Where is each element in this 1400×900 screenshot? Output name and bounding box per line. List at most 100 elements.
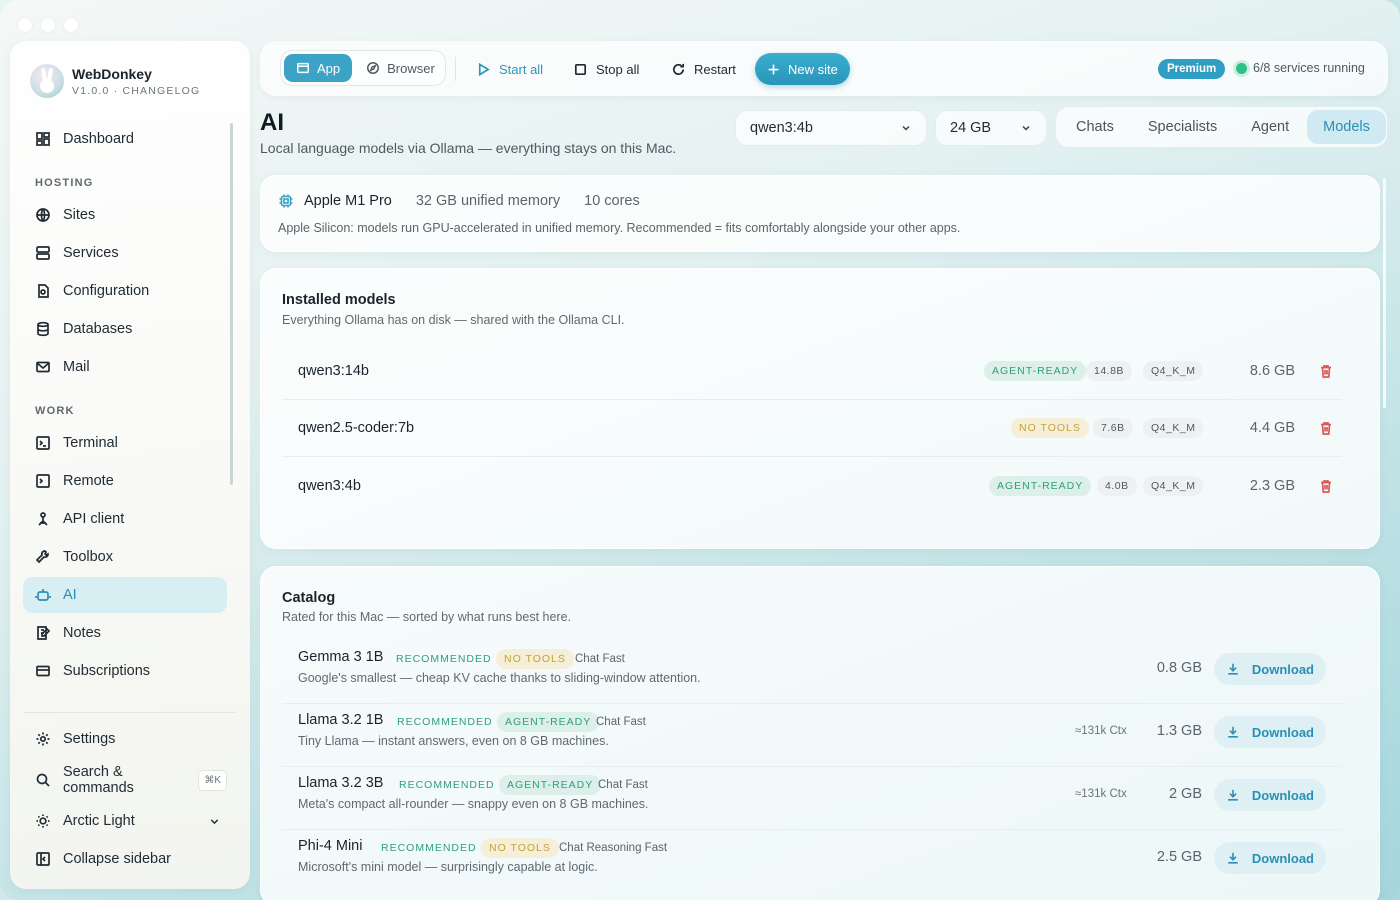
delete-model-button[interactable] — [1318, 420, 1334, 436]
brand[interactable]: WebDonkey V1.0.0 · CHANGELOG — [30, 64, 200, 98]
restart-label: Restart — [694, 61, 736, 77]
trash-icon — [1321, 365, 1331, 378]
sidebar-item-label: Databases — [63, 321, 133, 337]
tab-agent[interactable]: Agent — [1235, 110, 1305, 144]
sidebar-scrollbar[interactable] — [230, 123, 233, 485]
download-icon — [1228, 852, 1238, 864]
browser-mode-button[interactable]: Browser — [354, 54, 447, 82]
collapse-sidebar-button[interactable]: Collapse sidebar — [23, 841, 227, 877]
section-label-hosting: HOSTING — [35, 177, 94, 189]
sidebar-item-mail[interactable]: Mail — [23, 349, 227, 385]
chevron-down-icon — [902, 125, 910, 131]
tab-specialists[interactable]: Specialists — [1132, 110, 1233, 144]
delete-model-button[interactable] — [1318, 363, 1334, 379]
download-button[interactable]: Download — [1213, 842, 1326, 874]
sidebar-item-search[interactable]: Search & commands ⌘K — [23, 762, 227, 798]
cores-info: 10 cores — [584, 193, 640, 209]
delete-model-button[interactable] — [1318, 478, 1334, 494]
stop-all-button[interactable]: Stop all — [573, 55, 639, 83]
catalog-size: 0.8 GB — [1156, 660, 1202, 676]
app-mode-button[interactable]: App — [284, 54, 353, 82]
minimize-window-button[interactable] — [41, 18, 55, 32]
status-badge: NO TOOLS — [481, 838, 559, 858]
robot-icon — [35, 589, 51, 601]
zoom-window-button[interactable] — [64, 18, 78, 32]
model-select[interactable]: qwen3:4b — [735, 110, 927, 146]
sidebar-item-sites[interactable]: Sites — [23, 197, 227, 233]
download-label: Download — [1251, 724, 1314, 740]
new-site-button[interactable]: New site — [755, 53, 850, 85]
memory-select[interactable]: 24 GB — [935, 110, 1047, 146]
download-icon — [1228, 726, 1238, 738]
sidebar-item-label: API client — [63, 511, 125, 527]
services-status[interactable]: 6/8 services running — [1253, 61, 1365, 75]
installed-model-row[interactable]: qwen3:14b AGENT-READY 14.8B Q4_K_M 8.6 G… — [282, 343, 1342, 400]
chip-info: Apple M1 Pro — [278, 193, 392, 209]
catalog-size: 2.5 GB — [1156, 849, 1202, 865]
download-button[interactable]: Download — [1213, 779, 1326, 811]
tab-models[interactable]: Models — [1307, 110, 1386, 144]
server-icon — [36, 246, 50, 260]
remote-terminal-icon — [36, 474, 50, 488]
catalog-model-name: Gemma 3 1B — [298, 649, 384, 665]
notes-icon — [37, 626, 51, 640]
sidebar-item-configuration[interactable]: Configuration — [23, 273, 227, 309]
sidebar-item-settings[interactable]: Settings — [23, 721, 227, 757]
catalog-description: Microsoft's mini model — surprisingly ca… — [298, 860, 598, 874]
sidebar-item-dashboard[interactable]: Dashboard — [23, 121, 227, 157]
sidebar-item-subscriptions[interactable]: Subscriptions — [23, 653, 227, 689]
premium-badge[interactable]: Premium — [1158, 59, 1226, 79]
status-badge: NO TOOLS — [1011, 418, 1089, 438]
theme-label: Arctic Light — [63, 813, 135, 829]
recommended-label: RECOMMENDED — [397, 716, 493, 728]
model-size: 4.4 GB — [1249, 420, 1295, 436]
sidebar-item-databases[interactable]: Databases — [23, 311, 227, 347]
memory-select-value: 24 GB — [950, 120, 992, 136]
download-button[interactable]: Download — [1213, 653, 1326, 685]
start-all-button[interactable]: Start all — [476, 55, 543, 83]
catalog-model-name: Llama 3.2 3B — [298, 775, 384, 791]
status-badge: AGENT-READY — [984, 361, 1087, 381]
database-icon — [37, 321, 49, 337]
globe-icon — [36, 208, 50, 222]
params-badge: 7.6B — [1093, 418, 1133, 438]
close-window-button[interactable] — [18, 18, 32, 32]
sidebar-item-remote[interactable]: Remote — [23, 463, 227, 499]
version-changelog[interactable]: V1.0.0 · CHANGELOG — [72, 85, 200, 97]
sidebar-item-label: AI — [63, 587, 77, 603]
installed-model-row[interactable]: qwen3:4b AGENT-READY 4.0B Q4_K_M 2.3 GB — [282, 457, 1342, 514]
start-all-label: Start all — [499, 61, 544, 77]
sun-icon — [36, 814, 50, 828]
download-button[interactable]: Download — [1213, 716, 1326, 748]
status-badge: AGENT-READY — [497, 712, 600, 732]
sidebar-item-api-client[interactable]: API client — [23, 501, 227, 537]
chevron-down-icon — [210, 818, 219, 824]
restart-button[interactable]: Restart — [671, 55, 736, 83]
theme-selector[interactable]: Arctic Light — [23, 803, 227, 839]
model-name: qwen3:4b — [298, 477, 361, 494]
capability-tags: Chat Fast — [596, 716, 646, 728]
catalog-description: Meta's compact all-rounder — snappy even… — [298, 797, 649, 811]
sidebar-item-label: Search & commands — [63, 764, 134, 796]
sidebar-item-services[interactable]: Services — [23, 235, 227, 271]
app-mode-label: App — [317, 60, 341, 76]
trash-icon — [1321, 422, 1331, 435]
catalog-model-name: Phi-4 Mini — [298, 838, 363, 854]
params-badge: 4.0B — [1097, 475, 1137, 496]
sidebar-item-notes[interactable]: Notes — [23, 615, 227, 651]
model-size: 8.6 GB — [1249, 363, 1295, 379]
hardware-note: Apple Silicon: models run GPU-accelerate… — [278, 221, 961, 235]
quant-badge: Q4_K_M — [1143, 475, 1204, 496]
sidebar-item-toolbox[interactable]: Toolbox — [23, 539, 227, 575]
sidebar-item-label: Remote — [63, 473, 114, 489]
installed-model-row[interactable]: qwen2.5-coder:7b NO TOOLS 7.6B Q4_K_M 4.… — [282, 400, 1342, 457]
download-icon — [1228, 789, 1238, 801]
sidebar-item-terminal[interactable]: Terminal — [23, 425, 227, 461]
sidebar-item-ai[interactable]: AI — [23, 577, 227, 613]
page-subtitle: Local language models via Ollama — every… — [260, 140, 677, 156]
main-scrollbar[interactable] — [1383, 178, 1386, 408]
download-label: Download — [1251, 850, 1314, 866]
tab-chats[interactable]: Chats — [1060, 110, 1130, 144]
new-site-label: New site — [788, 61, 838, 77]
status-indicator-icon — [1236, 63, 1247, 74]
